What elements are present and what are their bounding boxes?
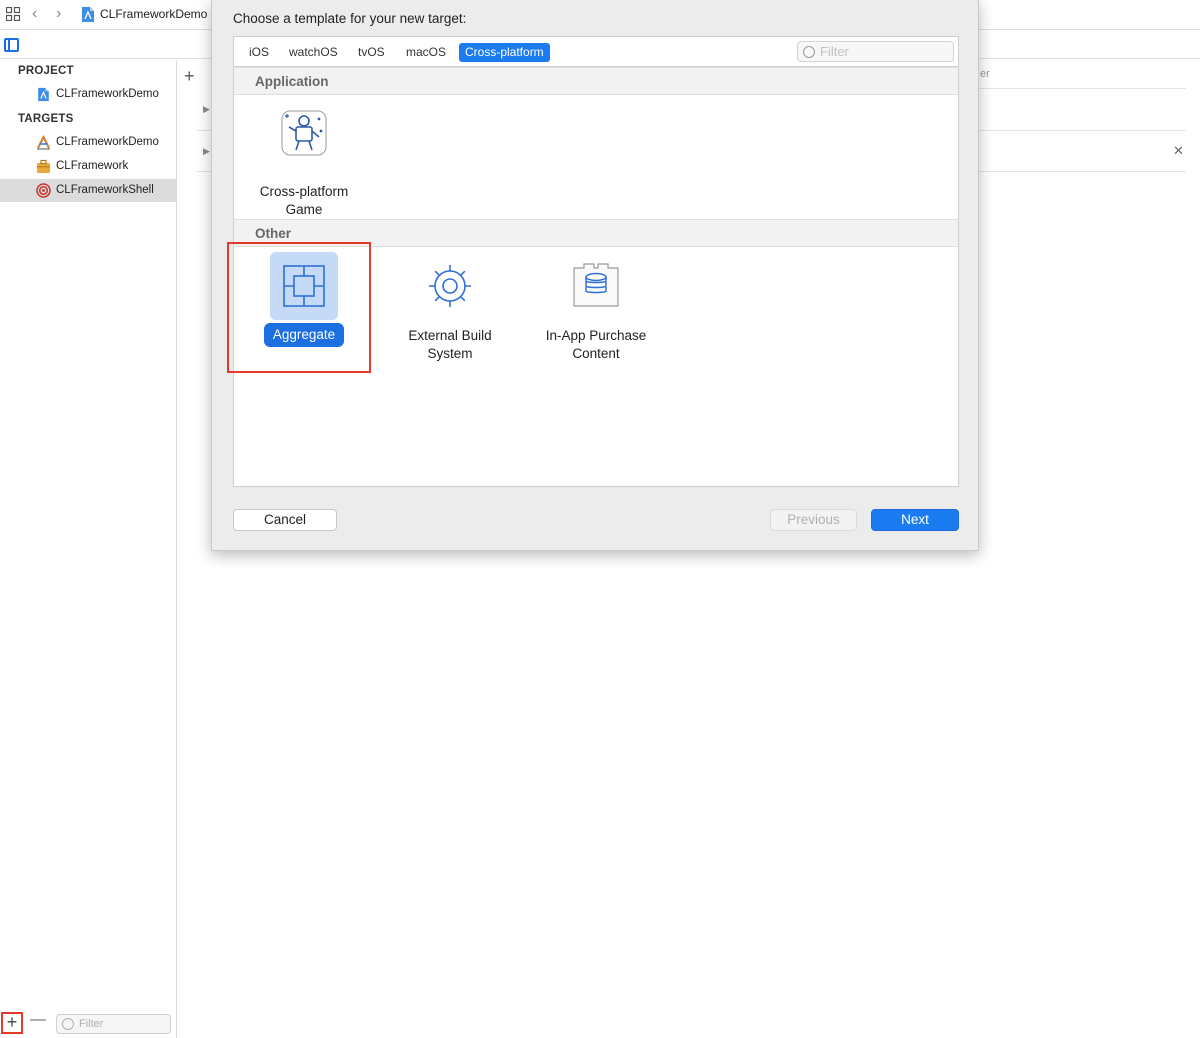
gear-icon [429,265,471,307]
template-icon-frame [416,252,484,320]
sidebar-toggle-icon[interactable] [4,38,19,52]
tab-cross-platform[interactable]: Cross-platform [459,43,550,62]
sidebar-filter-input[interactable]: Filter [56,1014,171,1034]
coin-stack-icon [573,263,619,307]
tab-tvos[interactable]: tvOS [352,43,391,62]
game-robot-icon [281,110,327,156]
template-filter-input[interactable]: Filter [797,41,954,62]
project-navigator: PROJECT CLFrameworkDemo TARGETS CLFramew… [0,60,177,1038]
remove-target-button[interactable]: — [30,1011,46,1029]
divider [979,88,1186,89]
sidebar-item-label: CLFrameworkDemo [56,88,159,100]
divider [197,171,211,172]
disclosure-triangle-icon[interactable]: ▶ [203,104,210,115]
filter-placeholder: Filter [820,44,849,59]
sheet-title: Choose a template for your new target: [233,11,467,26]
sidebar-item-target-app[interactable]: CLFrameworkDemo [0,131,176,154]
next-button[interactable]: Next [871,509,959,531]
sidebar-item-label: CLFrameworkDemo [56,136,159,148]
group-title: Application [255,74,329,89]
tab-macos[interactable]: macOS [400,43,452,62]
template-label-line2: Content [572,346,620,361]
template-label-line2: System [427,346,473,361]
template-label-line1: Cross-platform [259,184,349,199]
add-target-button[interactable]: + [1,1012,23,1034]
template-label-line2: Game [285,202,323,217]
aggregate-target-icon [36,183,51,198]
highlight-annotation [227,242,371,373]
tab-watchos[interactable]: watchOS [283,43,344,62]
divider [979,171,1186,172]
filter-icon [803,46,815,58]
sidebar-bottom-bar: + — Filter [0,1008,176,1038]
disclosure-triangle-icon[interactable]: ▶ [203,146,210,157]
app-target-icon [37,135,50,150]
framework-toolbox-icon [37,159,50,173]
grid-icon[interactable] [6,7,20,21]
editor-add-icon[interactable]: + [184,66,195,87]
project-file-icon [38,87,49,102]
targets-section-header: TARGETS [18,113,74,125]
project-section-header: PROJECT [18,65,74,77]
template-icon-frame [270,107,338,175]
group-header-application: Application [234,67,958,95]
template-label-line1: In-App Purchase [545,328,647,343]
project-file-icon [82,7,94,22]
sidebar-item-label: CLFrameworkShell [56,184,154,196]
group-title: Other [255,226,292,241]
sidebar-item-target-shell[interactable]: CLFrameworkShell [0,179,176,202]
previous-button[interactable]: Previous [770,509,857,531]
platform-tab-bar: iOS watchOS tvOS macOS Cross-platform Fi… [233,36,959,66]
filter-placeholder: Filter [79,1018,104,1030]
sidebar-item-label: CLFramework [56,160,129,172]
filter-icon [62,1018,74,1030]
template-label-line1: External Build [408,328,492,343]
breadcrumb[interactable]: CLFrameworkDemo [100,7,207,21]
forward-chevron-icon[interactable]: › [56,5,61,23]
editor-partial-text: er [980,68,990,80]
sidebar-item-project[interactable]: CLFrameworkDemo [0,83,176,106]
divider [979,130,1186,131]
sidebar-item-target-framework[interactable]: CLFramework [0,155,176,178]
tab-ios[interactable]: iOS [243,43,275,62]
back-chevron-icon[interactable]: ‹ [32,5,37,23]
template-icon-frame [562,252,630,320]
close-icon[interactable]: ✕ [1173,143,1184,159]
divider [197,130,211,131]
cancel-button[interactable]: Cancel [233,509,337,531]
